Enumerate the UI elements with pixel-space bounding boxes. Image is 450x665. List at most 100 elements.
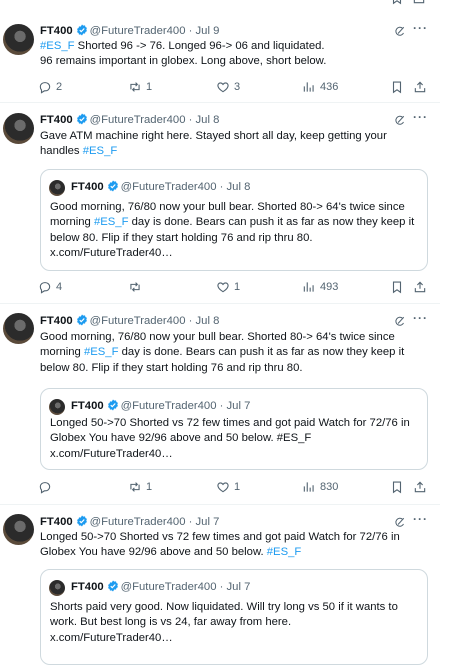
- bookmark-icon[interactable]: [390, 279, 404, 295]
- avatar[interactable]: [3, 514, 34, 545]
- tweet-text: Good morning, 76/80 now your bull bear. …: [40, 331, 405, 374]
- tweet-header: FT400 @FutureTrader400 · Jul 8: [40, 113, 219, 129]
- hashtag-link[interactable]: #ES_F: [83, 145, 118, 157]
- reply-icon: [38, 280, 52, 294]
- bookmark-icon[interactable]: [390, 0, 404, 5]
- tweet-date[interactable]: · Jul 9: [189, 25, 220, 37]
- verified-badge-icon: [76, 515, 88, 527]
- like-button[interactable]: 1: [216, 479, 240, 495]
- hashtag-link: #ES_F: [93, 216, 129, 229]
- avatar: [49, 580, 65, 596]
- avatar[interactable]: [3, 113, 34, 144]
- share-icon[interactable]: [413, 79, 427, 95]
- repost-button[interactable]: 1: [128, 79, 152, 95]
- author-name[interactable]: FT400: [40, 114, 73, 126]
- author-handle[interactable]: @FutureTrader400: [90, 315, 186, 327]
- more-options-icon[interactable]: ···: [413, 110, 428, 124]
- more-options-icon[interactable]: ···: [413, 512, 428, 526]
- share-icon[interactable]: [413, 479, 427, 495]
- repost-icon: [128, 280, 142, 294]
- heart-icon: [216, 280, 230, 294]
- grok-icon[interactable]: [394, 114, 406, 126]
- tweet-date[interactable]: · Jul 8: [189, 315, 220, 327]
- tweet-actions: 2 1 3 436: [38, 79, 428, 95]
- avatar[interactable]: [3, 313, 34, 344]
- like-button[interactable]: 3: [216, 79, 240, 95]
- tweet[interactable]: FT400 @FutureTrader400 · Jul 7 ··· Longed…: [0, 505, 440, 665]
- quote-text: Longed 50->70 Shorted vs 72 few times an…: [50, 417, 410, 460]
- author-handle: @FutureTrader400: [120, 181, 217, 193]
- reply-button[interactable]: 2: [38, 79, 62, 95]
- verified-badge-icon: [76, 113, 88, 125]
- verified-badge-icon: [107, 580, 119, 592]
- tweet-date: · Jul 7: [219, 581, 251, 593]
- grok-icon[interactable]: [394, 25, 406, 37]
- like-button[interactable]: 1: [216, 279, 240, 295]
- tweet[interactable]: FT400 @FutureTrader400 · Jul 8 ··· Gave A…: [0, 103, 440, 304]
- reply-icon: [38, 480, 52, 494]
- tweet[interactable]: FT400 @FutureTrader400 · Jul 8 ··· Good m…: [0, 304, 440, 505]
- repost-icon: [128, 480, 142, 494]
- reply-icon: [38, 80, 52, 94]
- views-icon: [302, 80, 316, 94]
- author-handle[interactable]: @FutureTrader400: [90, 114, 186, 126]
- share-icon[interactable]: [412, 0, 426, 5]
- quote-header: FT400 @FutureTrader400 · Jul 8: [71, 180, 250, 193]
- tweet-text: Gave ATM machine right here. Stayed shor…: [40, 130, 387, 158]
- heart-icon: [216, 480, 230, 494]
- avatar: [49, 180, 65, 196]
- author-name: FT400: [71, 581, 104, 593]
- avatar: [49, 399, 65, 415]
- author-handle: @FutureTrader400: [120, 581, 217, 593]
- quote-text: Shorts paid very good. Now liquidated. W…: [50, 601, 398, 644]
- bookmark-icon[interactable]: [390, 479, 404, 495]
- hashtag-link[interactable]: #ES_F: [267, 546, 302, 558]
- quoted-tweet[interactable]: FT400 @FutureTrader400 · Jul 7 Longed 50-…: [40, 388, 428, 470]
- author-name[interactable]: FT400: [40, 315, 73, 327]
- more-options-icon[interactable]: ···: [413, 311, 428, 325]
- quoted-tweet[interactable]: FT400 @FutureTrader400 · Jul 7 Shorts pai…: [40, 569, 428, 665]
- verified-badge-icon: [107, 399, 119, 411]
- tweet-header: FT400 @FutureTrader400 · Jul 9: [40, 24, 219, 40]
- tweet-header: FT400 @FutureTrader400 · Jul 7: [40, 515, 219, 531]
- author-handle[interactable]: @FutureTrader400: [90, 516, 186, 528]
- avatar[interactable]: [3, 24, 34, 55]
- prev-tweet-actions: [390, 0, 430, 3]
- views-button[interactable]: 493: [302, 279, 338, 295]
- share-icon[interactable]: [413, 279, 427, 295]
- grok-icon[interactable]: [394, 315, 406, 327]
- repost-button[interactable]: 1: [128, 479, 152, 495]
- quote-link: x.com/FutureTrader40…: [50, 247, 173, 260]
- repost-icon: [128, 80, 142, 94]
- views-button[interactable]: 436: [302, 79, 338, 95]
- tweet-text: #ES_F Shorted 96 -> 76. Longed 96-> 06 a…: [40, 40, 327, 68]
- tweet-date[interactable]: · Jul 7: [189, 516, 220, 528]
- reply-button[interactable]: 4: [38, 279, 62, 295]
- repost-button[interactable]: [128, 279, 146, 295]
- tweet-text: Longed 50->70 Shorted vs 72 few times an…: [40, 531, 400, 559]
- tweet-date: · Jul 7: [219, 400, 251, 412]
- author-name[interactable]: FT400: [40, 25, 73, 37]
- author-handle[interactable]: @FutureTrader400: [90, 25, 186, 37]
- tweet-header: FT400 @FutureTrader400 · Jul 8: [40, 314, 219, 330]
- author-name[interactable]: FT400: [40, 516, 73, 528]
- grok-icon[interactable]: [394, 516, 406, 528]
- tweet[interactable]: FT400 @FutureTrader400 · Jul 9 ··· #ES_F …: [0, 14, 440, 103]
- hashtag-link[interactable]: #ES_F: [84, 346, 119, 358]
- more-options-icon[interactable]: ···: [413, 21, 428, 35]
- bookmark-icon[interactable]: [390, 79, 404, 95]
- verified-badge-icon: [107, 180, 119, 192]
- views-icon: [302, 480, 316, 494]
- tweet-date[interactable]: · Jul 8: [189, 114, 220, 126]
- quote-header: FT400 @FutureTrader400 · Jul 7: [71, 399, 250, 412]
- hashtag-link[interactable]: #ES_F: [40, 40, 75, 52]
- quoted-tweet[interactable]: FT400 @FutureTrader400 · Jul 8 Good morni…: [40, 169, 428, 271]
- views-button[interactable]: 830: [302, 479, 338, 495]
- author-handle: @FutureTrader400: [120, 400, 217, 412]
- author-name: FT400: [71, 400, 104, 412]
- tweet-actions: 1 1 830: [38, 479, 428, 495]
- reply-button[interactable]: [38, 479, 56, 495]
- verified-badge-icon: [76, 24, 88, 36]
- tweet-actions: 4 1 493: [38, 279, 428, 295]
- quote-link: x.com/FutureTrader40…: [50, 631, 173, 644]
